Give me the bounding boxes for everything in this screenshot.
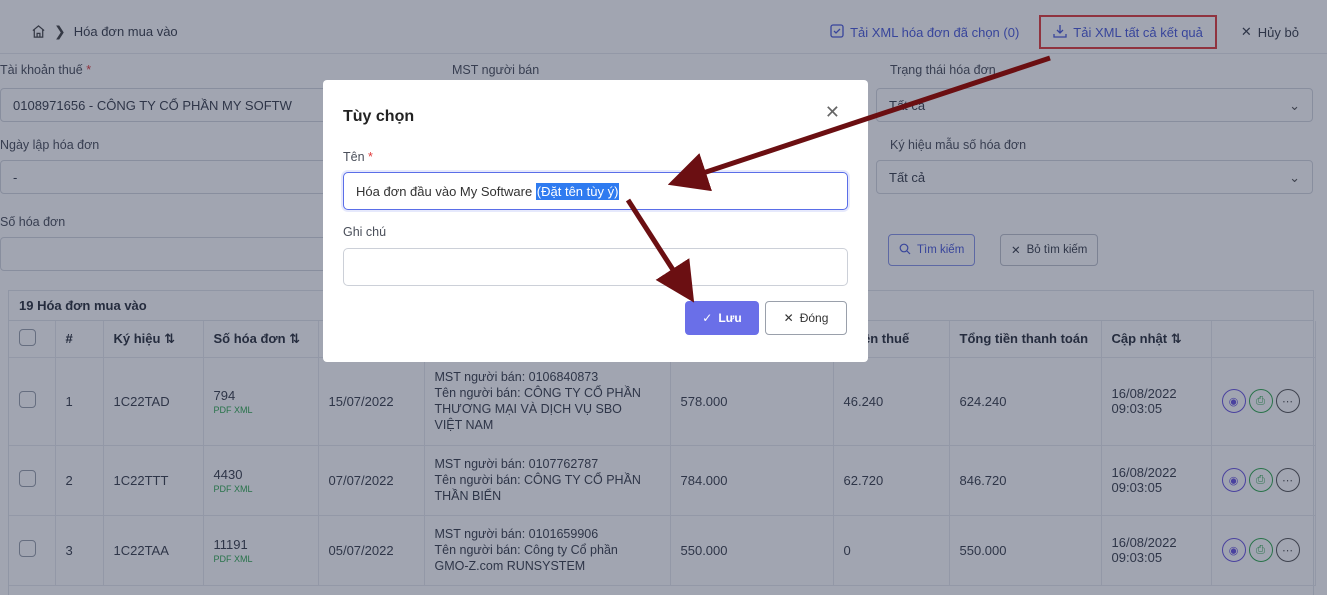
close-button[interactable]: ✕ Đóng (765, 301, 847, 335)
options-modal: Tùy chọn ✕ Tên * Hóa đơn đầu vào My Soft… (323, 80, 868, 362)
save-button[interactable]: ✓ Lưu (685, 301, 759, 335)
page: ❯ Hóa đơn mua vào Tải XML hóa đơn đã chọ… (0, 0, 1327, 595)
name-label: Tên * (343, 150, 373, 164)
name-input[interactable]: Hóa đơn đầu vào My Software (Đặt tên tùy… (343, 172, 848, 210)
note-input[interactable] (343, 248, 848, 286)
close-icon: ✕ (783, 311, 794, 325)
close-icon[interactable]: ✕ (825, 102, 840, 123)
note-label: Ghi chú (343, 225, 387, 239)
modal-title: Tùy chọn (343, 108, 415, 125)
selected-text: (Đặt tên tùy ý) (535, 182, 620, 200)
check-icon: ✓ (702, 311, 713, 325)
